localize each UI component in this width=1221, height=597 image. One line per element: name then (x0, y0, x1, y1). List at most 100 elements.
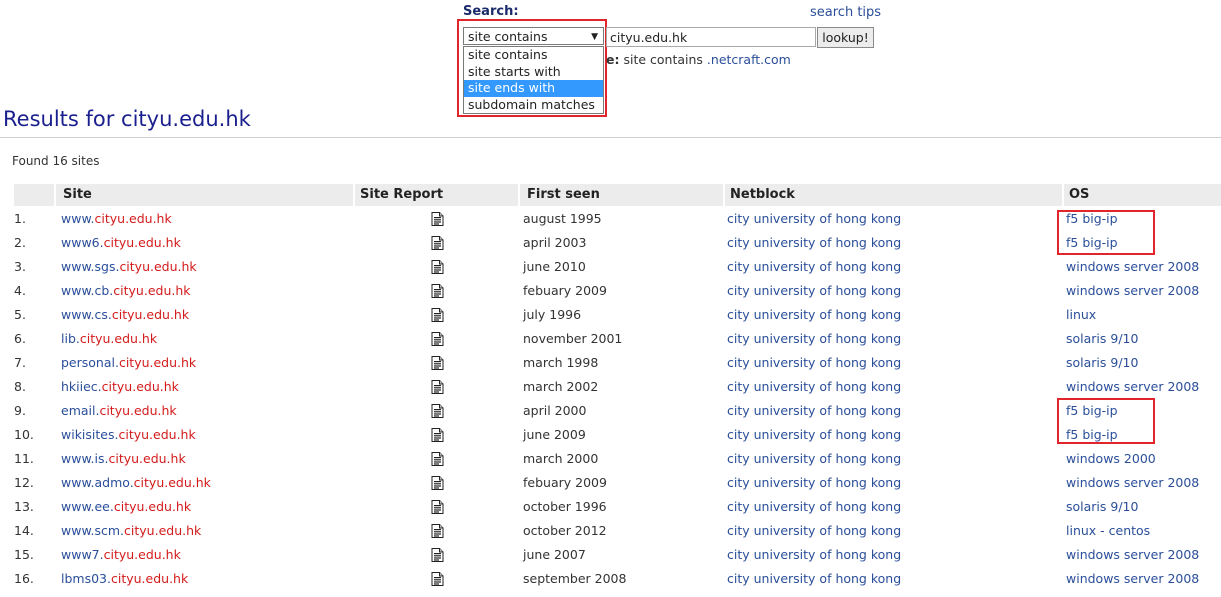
first-seen: september 2008 (523, 571, 627, 586)
document-icon[interactable] (431, 404, 444, 418)
netblock-link[interactable]: city university of hong kong (727, 327, 901, 351)
netblock-link[interactable]: city university of hong kong (727, 399, 901, 423)
row-index: 4. (14, 283, 26, 298)
table-row: 14. www.scm.cityu.edu.hk october 2012 city … (0, 519, 1221, 543)
example-link[interactable]: .netcraft.com (707, 52, 791, 67)
document-icon[interactable] (431, 260, 444, 274)
document-icon[interactable] (431, 332, 444, 346)
netblock-link[interactable]: city university of hong kong (727, 231, 901, 255)
search-input[interactable] (606, 27, 816, 47)
annotation-box-dropdown (457, 19, 607, 117)
document-icon[interactable] (431, 548, 444, 562)
os-link[interactable]: solaris 9/10 (1066, 495, 1138, 519)
netblock-link[interactable]: city university of hong kong (727, 255, 901, 279)
os-link[interactable]: linux - centos (1066, 519, 1150, 543)
os-link[interactable]: linux (1066, 303, 1096, 327)
netblock-link[interactable]: city university of hong kong (727, 447, 901, 471)
document-icon[interactable] (431, 452, 444, 466)
header-site-report: Site Report (355, 184, 518, 206)
first-seen: october 2012 (523, 523, 607, 538)
netblock-link[interactable]: city university of hong kong (727, 303, 901, 327)
table-row: 3. www.sgs.cityu.edu.hk june 2010 city univ… (0, 255, 1221, 279)
first-seen: febuary 2009 (523, 475, 607, 490)
row-index: 5. (14, 307, 26, 322)
first-seen: october 1996 (523, 499, 607, 514)
table-row: 8. hkiiec.cityu.edu.hk march 2002 city univ… (0, 375, 1221, 399)
netblock-link[interactable]: city university of hong kong (727, 375, 901, 399)
header-netblock: Netblock (725, 184, 1062, 206)
netblock-link[interactable]: city university of hong kong (727, 207, 901, 231)
document-icon[interactable] (431, 284, 444, 298)
netblock-link[interactable]: city university of hong kong (727, 279, 901, 303)
netblock-link[interactable]: city university of hong kong (727, 471, 901, 495)
site-link[interactable]: wikisites.cityu.edu.hk (61, 423, 196, 447)
site-link[interactable]: www.scm.cityu.edu.hk (61, 519, 201, 543)
first-seen: march 2002 (523, 379, 599, 394)
document-icon[interactable] (431, 356, 444, 370)
site-link[interactable]: lbms03.cityu.edu.hk (61, 567, 188, 591)
os-link[interactable]: windows server 2008 (1066, 279, 1199, 303)
site-link[interactable]: hkiiec.cityu.edu.hk (61, 375, 179, 399)
header-index (14, 184, 54, 206)
os-link[interactable]: windows server 2008 (1066, 255, 1199, 279)
os-link[interactable]: windows server 2008 (1066, 543, 1199, 567)
site-link[interactable]: www.is.cityu.edu.hk (61, 447, 186, 471)
first-seen: april 2003 (523, 235, 587, 250)
document-icon[interactable] (431, 380, 444, 394)
os-link[interactable]: solaris 9/10 (1066, 351, 1138, 375)
site-link[interactable]: personal.cityu.edu.hk (61, 351, 196, 375)
header-first-seen: First seen (520, 184, 723, 206)
os-link[interactable]: windows server 2008 (1066, 567, 1199, 591)
netblock-link[interactable]: city university of hong kong (727, 495, 901, 519)
document-icon[interactable] (431, 572, 444, 586)
site-link[interactable]: www.ee.cityu.edu.hk (61, 495, 191, 519)
row-index: 12. (14, 475, 34, 490)
document-icon[interactable] (431, 308, 444, 322)
lookup-button[interactable]: lookup! (817, 27, 874, 48)
header-os: OS (1064, 184, 1221, 206)
document-icon[interactable] (431, 212, 444, 226)
row-index: 13. (14, 499, 34, 514)
site-link[interactable]: email.cityu.edu.hk (61, 399, 177, 423)
row-index: 14. (14, 523, 34, 538)
os-link[interactable]: solaris 9/10 (1066, 327, 1138, 351)
first-seen: april 2000 (523, 403, 587, 418)
netblock-link[interactable]: city university of hong kong (727, 567, 901, 591)
document-icon[interactable] (431, 524, 444, 538)
os-link[interactable]: windows server 2008 (1066, 375, 1199, 399)
document-icon[interactable] (431, 500, 444, 514)
search-tips-link[interactable]: search tips (810, 5, 881, 20)
annotation-box-os-1 (1057, 210, 1155, 255)
results-title: Results for cityu.edu.hk (3, 107, 251, 131)
first-seen: june 2009 (523, 427, 586, 442)
site-link[interactable]: www7.cityu.edu.hk (61, 543, 181, 567)
row-index: 6. (14, 331, 26, 346)
site-link[interactable]: www.cs.cityu.edu.hk (61, 303, 189, 327)
row-index: 8. (14, 379, 26, 394)
os-link[interactable]: windows server 2008 (1066, 471, 1199, 495)
document-icon[interactable] (431, 476, 444, 490)
netblock-link[interactable]: city university of hong kong (727, 519, 901, 543)
first-seen: febuary 2009 (523, 283, 607, 298)
row-index: 2. (14, 235, 26, 250)
netblock-link[interactable]: city university of hong kong (727, 543, 901, 567)
os-link[interactable]: windows 2000 (1066, 447, 1156, 471)
site-link[interactable]: www6.cityu.edu.hk (61, 231, 181, 255)
site-link[interactable]: www.cb.cityu.edu.hk (61, 279, 191, 303)
row-index: 7. (14, 355, 26, 370)
annotation-box-os-2 (1057, 398, 1155, 444)
site-link[interactable]: www.cityu.edu.hk (61, 207, 172, 231)
site-link[interactable]: lib.cityu.edu.hk (61, 327, 157, 351)
netblock-link[interactable]: city university of hong kong (727, 351, 901, 375)
netblock-link[interactable]: city university of hong kong (727, 423, 901, 447)
table-row: 7. personal.cityu.edu.hk march 1998 city un… (0, 351, 1221, 375)
first-seen: july 1996 (523, 307, 582, 322)
document-icon[interactable] (431, 428, 444, 442)
row-index: 15. (14, 547, 34, 562)
row-index: 1. (14, 211, 26, 226)
table-row: 4. www.cb.cityu.edu.hk febuary 2009 city un… (0, 279, 1221, 303)
document-icon[interactable] (431, 236, 444, 250)
site-link[interactable]: www.sgs.cityu.edu.hk (61, 255, 197, 279)
table-row: 5. www.cs.cityu.edu.hk july 1996 city unive… (0, 303, 1221, 327)
site-link[interactable]: www.admo.cityu.edu.hk (61, 471, 211, 495)
